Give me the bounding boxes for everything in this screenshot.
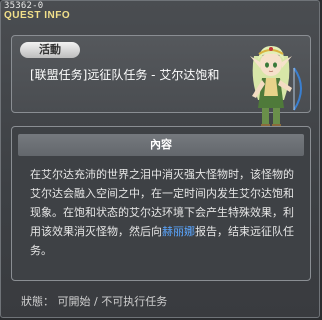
quest-name: [联盟任务]远征队任务 - 艾尔达饱和 — [30, 68, 220, 82]
npc-link[interactable]: 赫丽娜 — [162, 225, 195, 238]
quest-info-window: 35362-0 QUEST INFO 活動 [联盟任务]远征队任务 - 艾尔达饱… — [0, 0, 320, 318]
quest-status: 狀態： 可開始 / 不可执行任务 — [21, 293, 167, 309]
quest-content-panel: 內容 在艾尔达充沛的世界之泪中消灭强大怪物时，该怪物的艾尔达会融入空间之中，在一… — [11, 126, 311, 281]
content-section-header: 內容 — [18, 134, 304, 156]
status-value: 可開始 / 不可执行任务 — [57, 295, 168, 308]
event-badge: 活動 — [20, 42, 80, 58]
window-title: QUEST INFO — [4, 10, 71, 21]
status-label: 狀態 — [21, 295, 43, 308]
npc-portrait-icon — [250, 46, 302, 129]
quest-summary-panel: 活動 [联盟任务]远征队任务 - 艾尔达饱和 — [11, 35, 311, 129]
quest-description: 在艾尔达充沛的世界之泪中消灭强大怪物时，该怪物的艾尔达会融入空间之中，在一定时间… — [30, 165, 302, 260]
status-separator: ： — [43, 295, 54, 308]
